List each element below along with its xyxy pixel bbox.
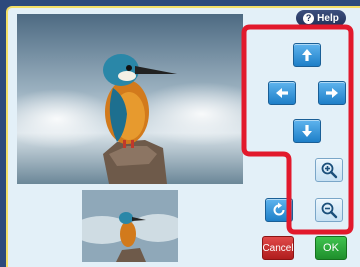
main-image-preview[interactable] [17, 14, 243, 184]
thumbnail-preview[interactable] [82, 190, 178, 262]
zoom-in-button[interactable] [315, 158, 343, 182]
kingfisher-thumbnail [82, 190, 178, 262]
rotate-button[interactable] [265, 198, 293, 222]
zoom-in-icon [321, 162, 338, 179]
move-left-button[interactable] [268, 81, 296, 105]
move-down-button[interactable] [293, 119, 321, 143]
move-right-button[interactable] [318, 81, 346, 105]
help-label: Help [317, 12, 339, 24]
move-up-button[interactable] [293, 43, 321, 67]
arrow-left-icon [276, 88, 288, 98]
help-icon: ? [303, 12, 315, 24]
rotate-icon [273, 202, 285, 216]
zoom-out-icon [321, 202, 338, 219]
arrow-right-icon [326, 88, 338, 98]
ok-button[interactable]: OK [315, 236, 347, 260]
cancel-button[interactable]: Cancel [262, 236, 294, 260]
zoom-out-button[interactable] [315, 198, 343, 222]
arrow-down-icon [302, 125, 312, 137]
help-button[interactable]: ? Help [296, 10, 346, 26]
arrow-up-icon [302, 49, 312, 61]
kingfisher-photo [17, 14, 243, 184]
